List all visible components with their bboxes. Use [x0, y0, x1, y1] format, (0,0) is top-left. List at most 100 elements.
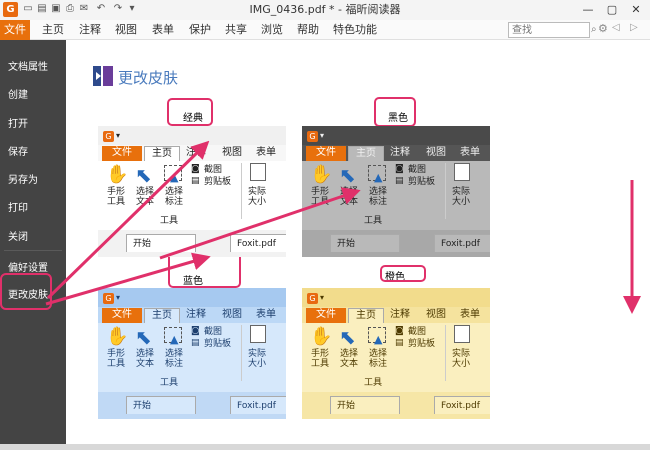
- chevron-left-icon[interactable]: ◁: [612, 22, 620, 33]
- doc-tab-start: 开始: [330, 234, 400, 252]
- camera-icon: ◙: [395, 164, 404, 174]
- doc-tab-file: Foxit.pdf: [230, 234, 286, 252]
- hand-tool-icon: ✋: [106, 326, 129, 347]
- hand-tool-icon: ✋: [310, 326, 333, 347]
- sidebar-item-properties[interactable]: 文档属性: [8, 58, 48, 73]
- skin-tab-comment: 注释: [390, 309, 410, 320]
- skin-titlebar: G ▾: [302, 126, 490, 145]
- select-text-icon: ⬉: [339, 325, 356, 349]
- skin-preview-black[interactable]: G ▾ 文件 主页 注释 视图 表单 ✋ 手形 工具 ⬉ 选择 文本 ▲ 选择 标注 …: [302, 126, 490, 257]
- menu-comment[interactable]: 注释: [79, 20, 101, 40]
- status-bar: [0, 444, 650, 450]
- doc-tab-start: 开始: [330, 396, 400, 414]
- capture-label: 截图: [408, 165, 427, 175]
- skin-doc-bar: 开始 Foxit.pdf: [98, 392, 286, 419]
- skin-tab-row: 文件 主页 注释 视图 表单: [98, 145, 286, 161]
- select-text-label: 选择 文本: [340, 187, 359, 207]
- menu-home[interactable]: 主页: [42, 20, 64, 40]
- gear-icon[interactable]: ⚙: [598, 22, 608, 35]
- camera-icon: ◙: [191, 164, 200, 174]
- select-text-label: 选择 文本: [340, 349, 359, 369]
- menu-protect[interactable]: 保护: [189, 20, 211, 40]
- skin-tab-view: 视图: [426, 309, 446, 320]
- hand-tool-label: 手形 工具: [107, 187, 126, 207]
- skin-titlebar: G ▾: [98, 126, 286, 145]
- app-logo-icon: G: [307, 131, 318, 142]
- sidebar-item-open[interactable]: 打开: [8, 115, 28, 130]
- sidebar-item-save-as[interactable]: 另存为: [8, 171, 38, 186]
- clipboard-icon: ▤: [395, 176, 404, 186]
- chevron-right-icon[interactable]: ▷: [630, 22, 638, 33]
- menu-features[interactable]: 特色功能: [333, 20, 377, 40]
- camera-icon: ◙: [395, 326, 404, 336]
- sidebar-item-close[interactable]: 关闭: [8, 228, 28, 243]
- doc-tab-file: Foxit.pdf: [434, 234, 490, 252]
- skin-tab-view: 视图: [222, 309, 242, 320]
- sidebar-item-create[interactable]: 创建: [8, 86, 28, 101]
- dropdown-icon: ▾: [116, 293, 121, 302]
- select-annotation-label: 选择 标注: [165, 187, 184, 207]
- skin-ribbon: ✋ 手形 工具 ⬉ 选择 文本 ▲ 选择 标注 ◙ 截图 ▤ 剪贴板 实际 大小 工具: [302, 323, 490, 392]
- hand-tool-icon: ✋: [310, 164, 333, 185]
- skin-ribbon: ✋ 手形 工具 ⬉ 选择 文本 ▲ 选择 标注 ◙ 截图 ▤ 剪贴板 实际 大小 工具: [98, 323, 286, 392]
- skin-preview-blue[interactable]: G ▾ 文件 主页 注释 视图 表单 ✋ 手形 工具 ⬉ 选择 文本 ▲ 选择 标注 …: [98, 288, 286, 419]
- sidebar-divider: [4, 250, 62, 251]
- doc-tab-file: Foxit.pdf: [230, 396, 286, 414]
- skin-tab-form: 表单: [460, 147, 480, 158]
- skin-preview-classic[interactable]: G ▾ 文件 主页 注释 视图 表单 ✋ 手形 工具 ⬉ 选择 文本 ▲ 选择 标注 …: [98, 126, 286, 257]
- tools-group-label: 工具: [364, 216, 383, 226]
- skin-tab-file: 文件: [306, 146, 346, 161]
- sidebar-item-preferences[interactable]: 偏好设置: [8, 259, 48, 274]
- skin-tab-comment: 注释: [186, 147, 206, 158]
- menu-view[interactable]: 视图: [115, 20, 137, 40]
- cursor-icon: ▲: [374, 171, 383, 184]
- skin-doc-bar: 开始 Foxit.pdf: [98, 230, 286, 257]
- window-title: IMG_0436.pdf * - 福昕阅读器: [249, 3, 401, 16]
- select-annotation-label: 选择 标注: [369, 349, 388, 369]
- title-bar: G ▭ ▤ ▣ ⎙ ✉ ↶ ↷ ▾ IMG_0436.pdf * - 福昕阅读器…: [0, 0, 650, 20]
- sidebar-item-save[interactable]: 保存: [8, 143, 28, 158]
- menu-help[interactable]: 帮助: [297, 20, 319, 40]
- skin-tab-home: 主页: [348, 146, 384, 161]
- hand-tool-label: 手形 工具: [311, 349, 330, 369]
- dropdown-icon: ▾: [320, 131, 325, 140]
- file-sidebar: 文档属性 创建 打开 保存 另存为 打印 关闭 偏好设置 更改皮肤: [0, 40, 66, 450]
- actual-size-icon: [454, 163, 470, 181]
- app-logo-icon: G: [103, 293, 114, 304]
- actual-size-label: 实际 大小: [452, 349, 471, 369]
- minimize-icon[interactable]: —: [576, 0, 600, 20]
- menu-browse[interactable]: 浏览: [261, 20, 283, 40]
- skin-tab-file: 文件: [306, 308, 346, 323]
- capture-label: 截图: [204, 327, 223, 337]
- skin-tab-home: 主页: [144, 308, 180, 323]
- skin-doc-bar: 开始 Foxit.pdf: [302, 392, 490, 419]
- doc-tab-start: 开始: [126, 396, 196, 414]
- file-menu-tab[interactable]: 文件: [0, 20, 30, 40]
- camera-icon: ◙: [191, 326, 200, 336]
- tools-group-label: 工具: [364, 378, 383, 388]
- menu-share[interactable]: 共享: [225, 20, 247, 40]
- close-icon[interactable]: ✕: [624, 0, 648, 20]
- dropdown-icon: ▾: [320, 293, 325, 302]
- skin-label-highlight-blue: [168, 252, 241, 288]
- cursor-icon: ▲: [170, 333, 179, 346]
- skin-titlebar: G ▾: [302, 288, 490, 307]
- menu-form[interactable]: 表单: [152, 20, 174, 40]
- selection-highlight: [0, 273, 52, 310]
- clipboard-icon: ▤: [191, 176, 200, 186]
- clipboard-icon: ▤: [191, 338, 200, 348]
- clipboard-label: 剪贴板: [408, 339, 436, 349]
- search-input[interactable]: [508, 22, 590, 38]
- app-logo-icon: G: [103, 131, 114, 142]
- skin-preview-orange[interactable]: G ▾ 文件 主页 注释 视图 表单 ✋ 手形 工具 ⬉ 选择 文本 ▲ 选择 标注 …: [302, 288, 490, 419]
- ribbon-divider: [241, 163, 242, 219]
- select-text-icon: ⬉: [135, 325, 152, 349]
- skin-label-highlight-black: [374, 97, 416, 127]
- sidebar-item-print[interactable]: 打印: [8, 199, 28, 214]
- app-logo-icon: G: [307, 293, 318, 304]
- capture-label: 截图: [204, 165, 223, 175]
- hand-tool-icon: ✋: [106, 164, 129, 185]
- doc-tab-file: Foxit.pdf: [434, 396, 490, 414]
- maximize-icon[interactable]: ▢: [600, 0, 624, 20]
- skin-tab-row: 文件 主页 注释 视图 表单: [98, 307, 286, 323]
